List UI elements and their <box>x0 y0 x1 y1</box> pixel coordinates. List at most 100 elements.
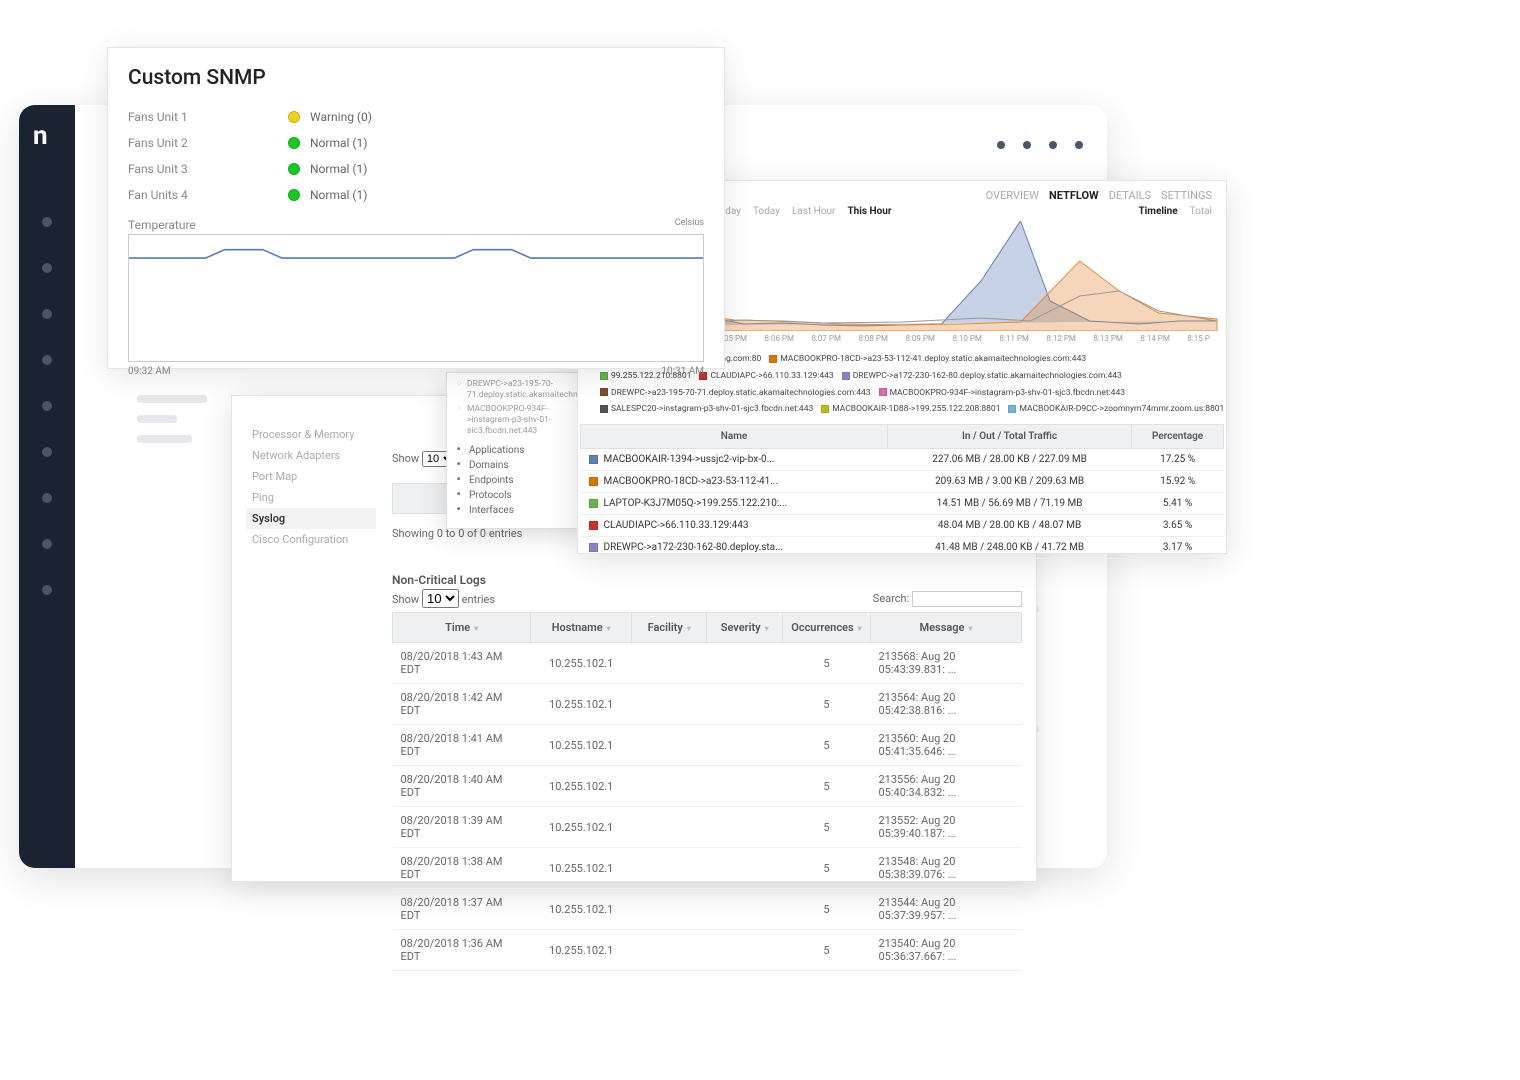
sidebar-skeleton-dot <box>42 585 52 595</box>
show-select-noncrit[interactable]: 10 <box>422 589 459 608</box>
subnav-item[interactable]: Syslog <box>246 508 376 529</box>
table-row[interactable]: CLAUDIAPC->66.110.33.129:44348.04 MB / 2… <box>581 515 1224 537</box>
snmp-status-row: Fans Unit 3Normal (1) <box>128 156 704 182</box>
table-row[interactable]: 08/20/2018 1:42 AM EDT10.255.102.1521356… <box>393 684 1022 725</box>
noncritical-logs-label: Non-Critical Logs <box>392 573 1022 587</box>
view-mode-tab[interactable]: Total <box>1190 206 1212 217</box>
table-row[interactable]: 08/20/2018 1:37 AM EDT10.255.102.1521354… <box>393 889 1022 930</box>
column-header[interactable]: Severity▾ <box>707 613 782 643</box>
nf-column-header[interactable]: Percentage <box>1132 425 1224 449</box>
temperature-label: Temperature <box>128 218 196 232</box>
column-header[interactable]: Time▾ <box>393 613 531 643</box>
subnav-item[interactable]: Port Map <box>246 466 376 487</box>
table-row[interactable]: 08/20/2018 1:39 AM EDT10.255.102.1521355… <box>393 807 1022 848</box>
table-row[interactable]: 08/20/2018 1:41 AM EDT10.255.102.1521356… <box>393 725 1022 766</box>
app-sidebar: n <box>19 105 75 868</box>
column-header[interactable]: Hostname▾ <box>531 613 632 643</box>
sidebar-skeleton-dot <box>42 493 52 503</box>
netflow-tab[interactable]: OVERVIEW <box>986 189 1039 202</box>
custom-snmp-panel: Custom SNMP Fans Unit 1Warning (0)Fans U… <box>107 47 725 369</box>
x-tick-label: 8:07 PM <box>812 334 841 343</box>
skeleton-line <box>137 415 177 423</box>
view-mode-tab[interactable]: Timeline <box>1138 206 1177 217</box>
sort-icon: ▾ <box>968 624 972 633</box>
snmp-status-row: Fan Units 4Normal (1) <box>128 182 704 208</box>
legend-swatch-icon <box>769 355 777 363</box>
time-range-tab[interactable]: This Hour <box>847 206 891 217</box>
legend-swatch-icon <box>879 388 887 396</box>
table-row[interactable]: 08/20/2018 1:40 AM EDT10.255.102.1521355… <box>393 766 1022 807</box>
time-start: 09:32 AM <box>128 366 171 377</box>
snmp-item-label: Fans Unit 2 <box>128 136 288 150</box>
table-row[interactable]: MACBOOKAIR-1394->ussjc2-vip-bx-0...227.0… <box>581 449 1224 471</box>
x-tick-label: 8:10 PM <box>952 334 981 343</box>
search-input[interactable] <box>912 591 1022 607</box>
popup-menu-item[interactable]: Interfaces <box>457 503 575 518</box>
legend-swatch-icon <box>842 372 850 380</box>
series-swatch-icon <box>589 499 598 508</box>
subnav-item[interactable]: Cisco Configuration <box>246 529 376 550</box>
snmp-item-label: Fan Units 4 <box>128 188 288 202</box>
nf-column-header[interactable]: Name <box>581 425 888 449</box>
nf-column-header[interactable]: In / Out / Total Traffic <box>888 425 1132 449</box>
status-dot-icon <box>288 163 300 175</box>
x-tick-label: 8:11 PM <box>999 334 1028 343</box>
search-label: Search: <box>873 592 909 605</box>
series-swatch-icon <box>589 521 598 530</box>
table-row[interactable]: DREWPC->a172-230-162-80.deploy.sta...41.… <box>581 537 1224 559</box>
app-logo-icon: n <box>33 121 61 149</box>
snmp-status-text: Warning (0) <box>310 110 372 124</box>
legend-text: SALESPC20->instagram-p3-shv-01-sjc3.fbcd… <box>611 404 813 414</box>
subnav-item[interactable]: Processor & Memory <box>246 424 376 445</box>
table-row[interactable]: LAPTOP-K3J7M05Q->199.255.122.210:...14.5… <box>581 493 1224 515</box>
netflow-tab[interactable]: DETAILS <box>1109 189 1151 202</box>
subnav-item[interactable]: Ping <box>246 487 376 508</box>
history-item: MACBOOKPRO-934F->instagram-p3-shv-01-sic… <box>457 404 575 437</box>
netflow-tab[interactable]: NETFLOW <box>1049 189 1099 202</box>
column-header[interactable]: Message▾ <box>870 613 1021 643</box>
legend-swatch-icon <box>600 405 608 413</box>
series-swatch-icon <box>589 543 598 552</box>
sort-icon: ▾ <box>474 624 478 633</box>
dot-icon <box>997 141 1005 149</box>
time-range-tab[interactable]: Today <box>753 206 780 217</box>
popup-menu-item[interactable]: Endpoints <box>457 473 575 488</box>
table-row[interactable]: 08/20/2018 1:43 AM EDT10.255.102.1521356… <box>393 643 1022 684</box>
status-dot-icon <box>288 189 300 201</box>
sort-icon: ▾ <box>858 624 862 633</box>
x-tick-label: 8:14 PM <box>1140 334 1169 343</box>
series-swatch-icon <box>589 455 598 464</box>
table-row[interactable]: MACBOOKPRO-18CD->a23-53-112-41...209.63 … <box>581 471 1224 493</box>
legend-swatch-icon <box>821 405 829 413</box>
show-label: Show <box>392 593 419 606</box>
table-row[interactable]: 08/20/2018 1:36 AM EDT10.255.102.1521354… <box>393 930 1022 971</box>
snmp-item-label: Fans Unit 3 <box>128 162 288 176</box>
popup-menu-item[interactable]: Applications <box>457 443 575 458</box>
popup-menu-item[interactable]: Domains <box>457 458 575 473</box>
x-tick-label: 8:12 PM <box>1046 334 1075 343</box>
noncritical-table: Time▾Hostname▾Facility▾Severity▾Occurren… <box>392 612 1022 971</box>
subnav-item[interactable]: Network Adapters <box>246 445 376 466</box>
x-tick-label: 8:13 PM <box>1093 334 1122 343</box>
legend-swatch-icon <box>600 388 608 396</box>
skeleton-line <box>137 395 207 403</box>
time-range-tab[interactable]: Last Hour <box>792 206 835 217</box>
x-tick-label: 8:15 P <box>1187 334 1209 343</box>
time-end: 10:31 AM <box>661 366 704 377</box>
search-row: Search: <box>873 591 1022 607</box>
netflow-tab[interactable]: SETTINGS <box>1161 189 1212 202</box>
x-tick-label: 8:08 PM <box>858 334 887 343</box>
legend-row: DREWPC->a23-195-70-71.deploy.static.akam… <box>578 385 1226 402</box>
dot-icon <box>1023 141 1031 149</box>
popup-menu-item[interactable]: Protocols <box>457 488 575 503</box>
column-header[interactable]: Occurrences▾ <box>782 613 870 643</box>
netflow-table: NameIn / Out / Total TrafficPercentage M… <box>580 424 1224 559</box>
snmp-item-label: Fans Unit 1 <box>128 110 288 124</box>
window-menu-dots <box>997 141 1083 149</box>
history-item: DREWPC->a23-195-70-71.deploy.static.akam… <box>457 379 575 401</box>
legend-text: MACBOOKAIR-D9CC->zoomnym74mmr.zoom.us:88… <box>1019 404 1224 414</box>
column-header[interactable]: Facility▾ <box>632 613 707 643</box>
legend-swatch-icon <box>1008 405 1016 413</box>
table-row[interactable]: 08/20/2018 1:38 AM EDT10.255.102.1521354… <box>393 848 1022 889</box>
sidebar-skeleton-dot <box>42 309 52 319</box>
